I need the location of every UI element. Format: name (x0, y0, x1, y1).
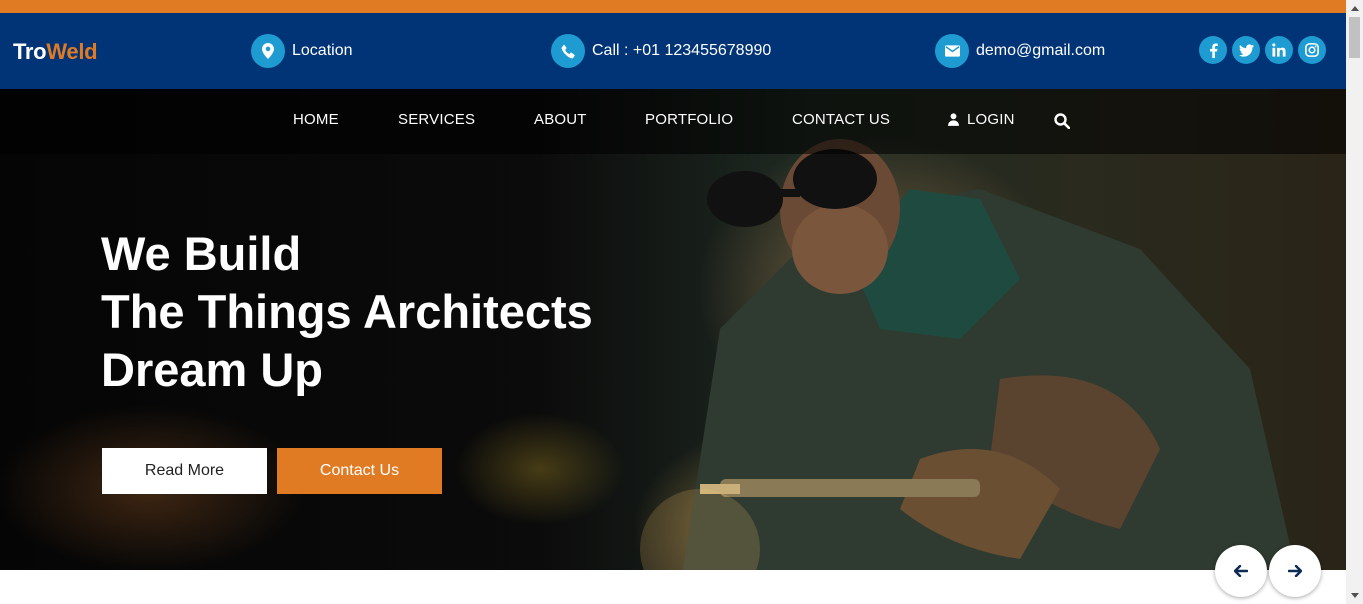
facebook-icon[interactable] (1199, 36, 1227, 64)
nav-portfolio[interactable]: PORTFOLIO (645, 111, 733, 128)
twitter-icon[interactable] (1232, 36, 1260, 64)
user-icon (948, 113, 959, 126)
scroll-down-arrow-icon[interactable] (1346, 587, 1363, 604)
scrollbar-thumb[interactable] (1349, 17, 1360, 58)
search-icon[interactable] (1054, 113, 1071, 134)
scroll-up-arrow-icon[interactable] (1346, 0, 1363, 17)
instagram-icon[interactable] (1298, 36, 1326, 64)
nav-about[interactable]: ABOUT (534, 111, 587, 128)
arrow-left-icon (1234, 565, 1248, 577)
email-info: demo@gmail.com (935, 34, 1105, 68)
hero-headline-line1: We Build (101, 227, 302, 280)
top-header: TroWeld Location Call : +01 123455678990… (0, 13, 1346, 89)
envelope-icon (935, 34, 969, 68)
social-links (1199, 36, 1326, 64)
read-more-button[interactable]: Read More (102, 448, 267, 494)
vertical-scrollbar[interactable] (1346, 0, 1363, 604)
brand-logo[interactable]: TroWeld (13, 39, 98, 65)
linkedin-icon[interactable] (1265, 36, 1293, 64)
email-text[interactable]: demo@gmail.com (976, 42, 1105, 60)
hero-headline-line3: Dream Up (101, 343, 324, 396)
contact-us-button[interactable]: Contact Us (277, 448, 442, 494)
nav-services[interactable]: SERVICES (398, 111, 475, 128)
page: TroWeld Location Call : +01 123455678990… (0, 0, 1363, 604)
location-info: Location (251, 34, 353, 68)
phone-icon (551, 34, 585, 68)
arrow-right-icon (1288, 565, 1302, 577)
phone-info: Call : +01 123455678990 (551, 34, 771, 68)
slider-prev-button[interactable] (1215, 545, 1267, 597)
location-text: Location (292, 42, 353, 59)
phone-text[interactable]: Call : +01 123455678990 (592, 42, 771, 60)
nav-home[interactable]: HOME (293, 111, 339, 128)
accent-bar (0, 0, 1346, 13)
nav-login[interactable]: LOGIN (948, 111, 1015, 128)
hero-headline-line2: The Things Architects (101, 285, 593, 338)
hero-headline: We Build The Things Architects Dream Up (101, 225, 593, 399)
brand-logo-part2: Weld (46, 39, 98, 64)
welder-photo (640, 139, 1296, 570)
main-nav: HOME SERVICES ABOUT PORTFOLIO CONTACT US… (0, 89, 1346, 154)
hero-banner: HOME SERVICES ABOUT PORTFOLIO CONTACT US… (0, 89, 1346, 570)
map-marker-icon (251, 34, 285, 68)
nav-login-label: LOGIN (967, 111, 1015, 128)
slider-next-button[interactable] (1269, 545, 1321, 597)
nav-contact-us[interactable]: CONTACT US (792, 111, 890, 128)
brand-logo-part1: Tro (13, 39, 47, 64)
